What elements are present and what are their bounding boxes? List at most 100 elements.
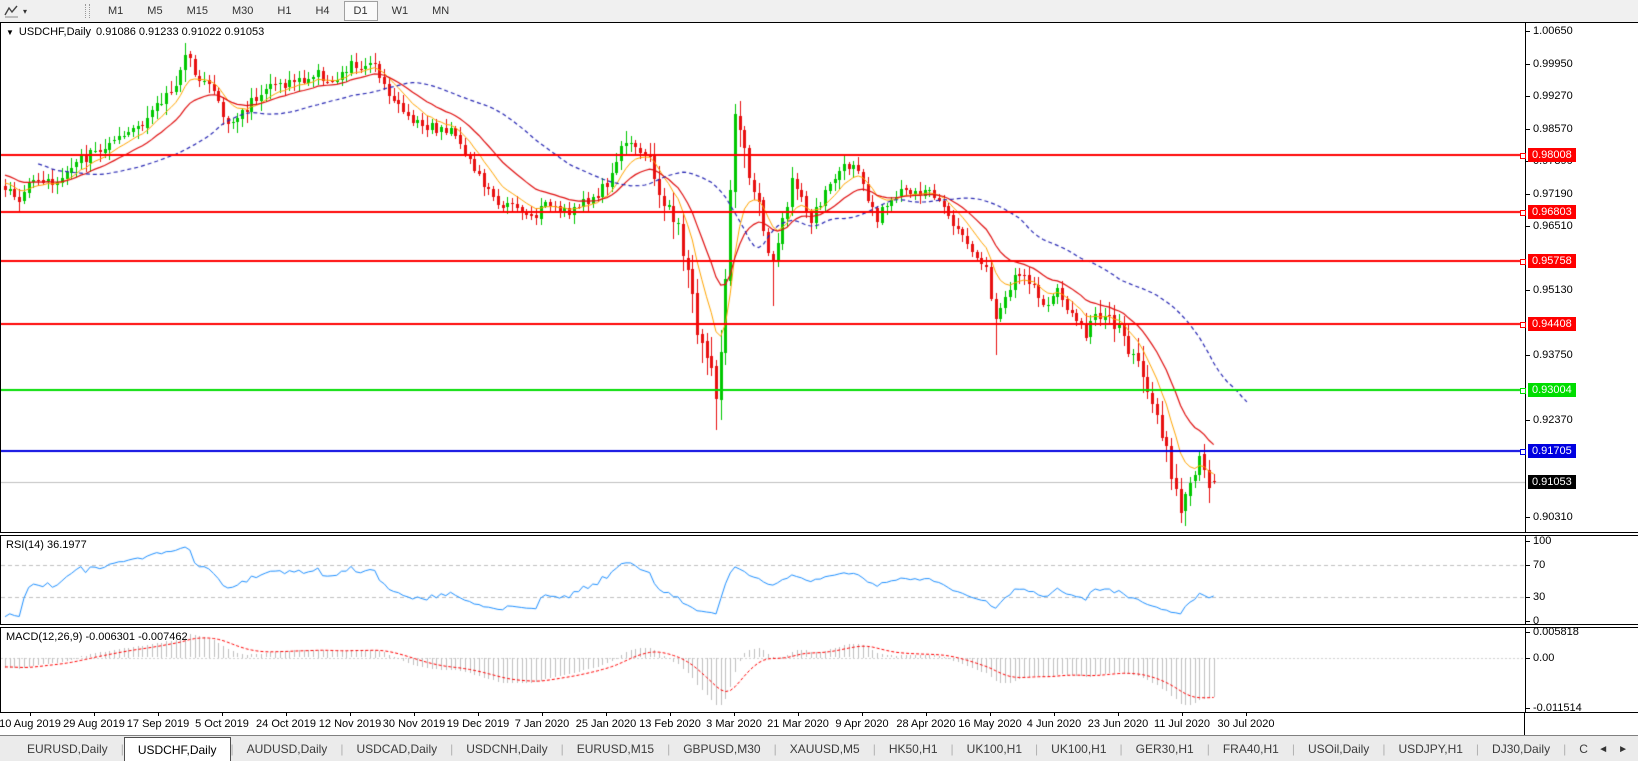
- macd-axis[interactable]: 0.0058180.00-0.011514: [1525, 628, 1638, 712]
- date-label: 28 Apr 2020: [896, 718, 955, 730]
- macd-tick-label: 0.005818: [1533, 626, 1579, 638]
- date-label: 30 Jul 2020: [1218, 718, 1275, 730]
- chart-tab-gbpusd-m30[interactable]: GBPUSD,M30: [670, 736, 773, 761]
- timeframe-button-m15[interactable]: M15: [177, 1, 218, 21]
- date-tick-mark: [798, 713, 799, 716]
- chart-tab-hk50-h1[interactable]: HK50,H1: [876, 736, 951, 761]
- timeframe-button-m1[interactable]: M1: [98, 1, 133, 21]
- chart-tab-eurusd-daily[interactable]: EURUSD,Daily: [14, 736, 121, 761]
- dropdown-caret-icon[interactable]: ▾: [23, 7, 27, 16]
- price-tick-mark: [1526, 226, 1530, 227]
- chart-title: ▼ USDCHF,Daily 0.91086 0.91233 0.91022 0…: [6, 26, 264, 38]
- date-label: 4 Jun 2020: [1027, 718, 1081, 730]
- date-tick-mark: [990, 713, 991, 716]
- axis-corner-divider: [1524, 713, 1525, 735]
- tab-scroll-right-icon[interactable]: ►: [1618, 744, 1628, 755]
- chart-tab-uk100-h1[interactable]: UK100,H1: [954, 736, 1035, 761]
- date-label: 21 Mar 2020: [767, 718, 829, 730]
- price-axis[interactable]: 1.006500.999500.992700.985700.978900.971…: [1525, 23, 1638, 532]
- macd-canvas[interactable]: [1, 628, 1525, 712]
- rsi-canvas[interactable]: [1, 536, 1525, 624]
- main-chart-canvas[interactable]: [1, 23, 1525, 532]
- time-axis[interactable]: 10 Aug 201929 Aug 201917 Sep 20195 Oct 2…: [0, 713, 1636, 735]
- level-price-tag-text: 0.94408: [1532, 318, 1572, 330]
- date-tick-mark: [286, 713, 287, 716]
- price-tick-mark: [1526, 64, 1530, 65]
- price-tick-mark: [1526, 517, 1530, 518]
- price-tick-label: 0.96510: [1533, 220, 1573, 232]
- chart-tab-dj30-daily[interactable]: DJ30,Daily: [1479, 736, 1563, 761]
- chart-tab-fra40-h1[interactable]: FRA40,H1: [1210, 736, 1292, 761]
- date-tick-mark: [734, 713, 735, 716]
- timeframe-toolbar: ▾ M1M5M15M30H1H4D1W1MN: [0, 0, 1638, 23]
- rsi-tick-label: 100: [1533, 535, 1551, 547]
- date-tick-mark: [30, 713, 31, 716]
- rsi-axis[interactable]: 10070300: [1525, 536, 1638, 624]
- date-label: 9 Apr 2020: [835, 718, 888, 730]
- timeframe-button-d1[interactable]: D1: [344, 1, 378, 21]
- toolbar-grip[interactable]: [85, 4, 90, 18]
- chart-tab-usdjpy-h1[interactable]: USDJPY,H1: [1385, 736, 1475, 761]
- price-tick-label: 0.97190: [1533, 188, 1573, 200]
- macd-panel: MACD(12,26,9) -0.006301 -0.007462 0.0058…: [0, 627, 1638, 713]
- rsi-tick-mark: [1526, 565, 1530, 566]
- price-tick-mark: [1526, 290, 1530, 291]
- timeframe-buttons: M1M5M15M30H1H4D1W1MN: [96, 1, 461, 21]
- chart-ohlc-values: 0.91086 0.91233 0.91022 0.91053: [96, 26, 264, 38]
- chart-tab-usoil-daily[interactable]: USOil,Daily: [1295, 736, 1382, 761]
- date-label: 10 Aug 2019: [0, 718, 61, 730]
- chart-tab-uk100-h1[interactable]: UK100,H1: [1038, 736, 1119, 761]
- price-tick-mark: [1526, 420, 1530, 421]
- current-price-tag-text: 0.91053: [1532, 476, 1572, 488]
- price-tick-mark: [1526, 194, 1530, 195]
- date-label: 13 Feb 2020: [639, 718, 701, 730]
- date-label: 17 Sep 2019: [127, 718, 189, 730]
- level-price-tag: 0.96803: [1528, 205, 1576, 219]
- date-label: 29 Aug 2019: [63, 718, 125, 730]
- chart-tab-xauusd-m5[interactable]: XAUUSD,M5: [777, 736, 873, 761]
- price-tick-mark: [1526, 129, 1530, 130]
- tab-scroll-left-icon[interactable]: ◄: [1598, 744, 1608, 755]
- chart-tab-audusd-daily[interactable]: AUDUSD,Daily: [234, 736, 341, 761]
- trading-terminal-window: ▾ M1M5M15M30H1H4D1W1MN ▼ USDCHF,Daily 0.…: [0, 0, 1638, 761]
- collapse-triangle-icon[interactable]: ▼: [6, 28, 14, 37]
- price-tick-mark: [1526, 31, 1530, 32]
- timeframe-button-m5[interactable]: M5: [137, 1, 172, 21]
- price-tick-label: 1.00650: [1533, 25, 1573, 37]
- date-tick-mark: [926, 713, 927, 716]
- level-price-tag: 0.91705: [1528, 444, 1576, 458]
- price-tick-label: 0.99270: [1533, 90, 1573, 102]
- date-tick-mark: [350, 713, 351, 716]
- chart-tab-eurusd-m15[interactable]: EURUSD,M15: [564, 736, 667, 761]
- chart-tab-usdcad-daily[interactable]: USDCAD,Daily: [343, 736, 450, 761]
- chart-tabs: EURUSD,Daily|USDCHF,Daily|AUDUSD,Daily|U…: [0, 736, 1588, 761]
- timeframe-button-m30[interactable]: M30: [222, 1, 263, 21]
- chart-tab-usdchf-daily[interactable]: USDCHF,Daily: [124, 737, 231, 761]
- level-price-tag-text: 0.95758: [1532, 255, 1572, 267]
- chart-tab-ger30-h1[interactable]: GER30,H1: [1123, 736, 1207, 761]
- chart-tab-usdcnh-daily[interactable]: USDCNH,Daily: [453, 736, 560, 761]
- chart-tab-china300-h4[interactable]: CHINA300,H4: [1566, 736, 1588, 761]
- chart-tool-icon[interactable]: ▾: [4, 4, 27, 18]
- date-tick-mark: [158, 713, 159, 716]
- rsi-tick-label: 30: [1533, 591, 1545, 603]
- timeframe-button-h4[interactable]: H4: [305, 1, 339, 21]
- level-anchor-square: [1520, 388, 1526, 394]
- rsi-panel: RSI(14) 36.1977 10070300: [0, 535, 1638, 625]
- price-tick-label: 0.99950: [1533, 58, 1573, 70]
- date-tick-mark: [862, 713, 863, 716]
- macd-tick-mark: [1526, 658, 1530, 659]
- level-anchor-square: [1520, 259, 1526, 265]
- date-label: 3 Mar 2020: [706, 718, 762, 730]
- level-price-tag-text: 0.96803: [1532, 206, 1572, 218]
- timeframe-button-mn[interactable]: MN: [422, 1, 459, 21]
- price-tick-label: 0.92370: [1533, 414, 1573, 426]
- date-tick-mark: [1118, 713, 1119, 716]
- date-label: 25 Jan 2020: [576, 718, 637, 730]
- level-anchor-square: [1520, 322, 1526, 328]
- price-tick-label: 0.98570: [1533, 123, 1573, 135]
- level-price-tag-text: 0.93004: [1532, 384, 1572, 396]
- date-tick-mark: [222, 713, 223, 716]
- timeframe-button-h1[interactable]: H1: [267, 1, 301, 21]
- timeframe-button-w1[interactable]: W1: [382, 1, 419, 21]
